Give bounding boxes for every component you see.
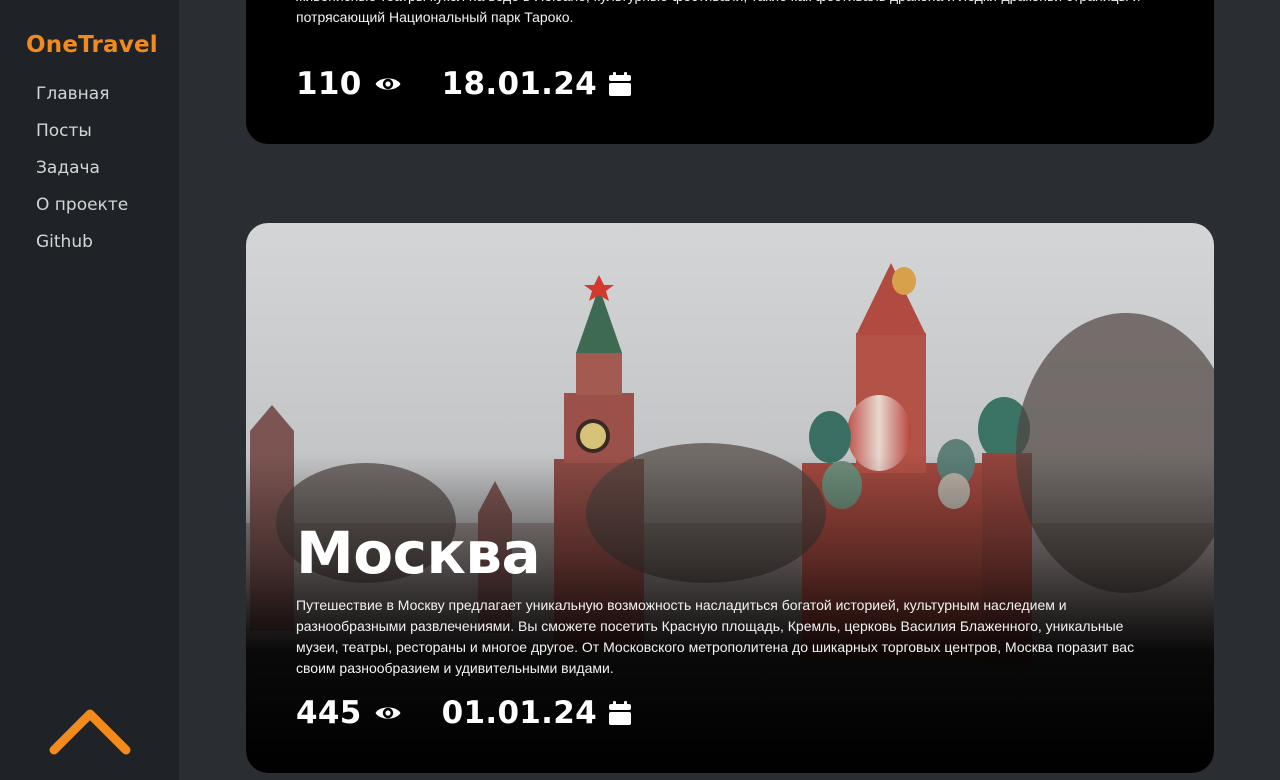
eye-icon (374, 703, 402, 723)
views-stat: 445 (296, 695, 402, 731)
date-stat: 01.01.24 (442, 695, 631, 731)
post-date: 18.01.24 (441, 66, 597, 102)
sidebar-item-about[interactable]: О проекте (36, 193, 128, 230)
sidebar: OneTravel Главная Посты Задача О проекте… (0, 0, 179, 780)
logo[interactable]: OneTravel (26, 32, 158, 58)
post-stats: 110 18.01.24 (296, 66, 671, 102)
post-title[interactable]: Москва (296, 519, 541, 587)
calendar-icon (609, 72, 631, 96)
views-stat: 110 (296, 66, 402, 102)
chevron-up-icon (49, 709, 131, 755)
post-stats: 445 01.01.24 (296, 695, 671, 731)
calendar-icon (609, 701, 631, 725)
post-description: обширной природы и впечатляющих горных п… (296, 0, 1140, 25)
views-count: 110 (296, 66, 362, 102)
post-card-moscow[interactable]: Москва Путешествие в Москву предлагает у… (246, 223, 1214, 773)
sidebar-item-task[interactable]: Задача (36, 156, 128, 193)
sidebar-nav: Главная Посты Задача О проекте Github (36, 82, 128, 267)
sidebar-item-home[interactable]: Главная (36, 82, 128, 119)
sidebar-item-posts[interactable]: Посты (36, 119, 128, 156)
scroll-to-top-button[interactable] (48, 706, 132, 758)
views-count: 445 (296, 695, 362, 731)
post-card-taiwan[interactable]: обширной природы и впечатляющих горных п… (246, 0, 1214, 144)
eye-icon (374, 74, 402, 94)
post-cover-image (246, 223, 1214, 773)
sidebar-item-github[interactable]: Github (36, 230, 128, 267)
post-description: Путешествие в Москву предлагает уникальн… (296, 597, 1135, 676)
date-stat: 18.01.24 (442, 66, 631, 102)
post-date: 01.01.24 (441, 695, 597, 731)
